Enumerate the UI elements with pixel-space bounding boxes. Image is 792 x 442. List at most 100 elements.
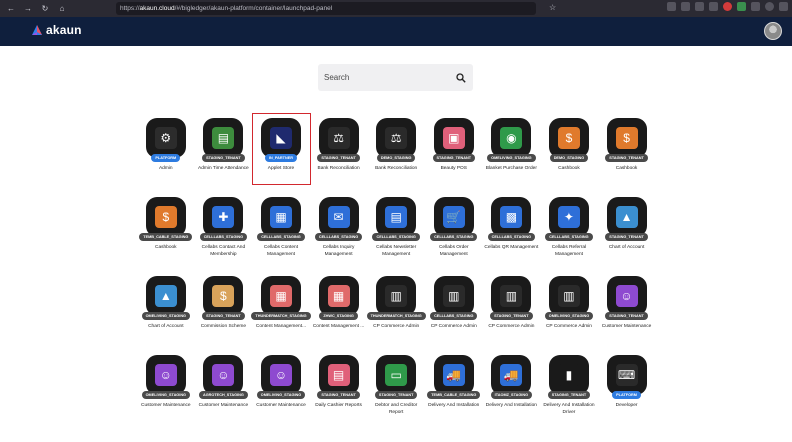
reload-icon[interactable]: ↻: [39, 3, 51, 15]
home-icon[interactable]: ⌂: [56, 3, 68, 15]
applet-tile[interactable]: ▲ OMELIVING_STAGING Chart of Account: [137, 272, 195, 351]
applet-icon-frame[interactable]: ⚖: [376, 118, 417, 158]
applet-tile[interactable]: ▭ STAGING_TENANT Debtor and Creditor Repor…: [367, 351, 425, 430]
applet-icon-frame[interactable]: ⚖: [318, 118, 359, 158]
applet-tile[interactable]: ▤ STAGING_TENANT Daily Cashier Reports: [310, 351, 368, 430]
applet-icon-frame[interactable]: 🛒: [433, 197, 474, 237]
forward-icon[interactable]: →: [22, 3, 34, 15]
sidebar-icon[interactable]: [709, 2, 718, 11]
applet-tile[interactable]: $ STAGING_TENANT Cashbook: [598, 114, 656, 193]
extension-red-icon[interactable]: [723, 2, 732, 11]
applet-tile[interactable]: ▲ STAGING_TENANT Chart of Account: [598, 193, 656, 272]
applet-icon-frame[interactable]: 🚚: [433, 355, 474, 395]
applet-icon-frame[interactable]: $: [548, 118, 589, 158]
akaun-logo[interactable]: akaun: [31, 23, 82, 37]
applet-tile[interactable]: ☺ OMELIVING_STAGING Customer Maintenance: [137, 351, 195, 430]
applet-tile[interactable]: ▦ CELLLABS_STAGING Cellabs Content Managem…: [252, 193, 310, 272]
applet-icon-frame[interactable]: ▦: [318, 276, 359, 316]
applet-tile[interactable]: ▤ STAGING_TENANT Admin Time Attendance: [195, 114, 253, 193]
applet-tile[interactable]: ▥ OMELIVING_STAGING CP Commerce Admin: [540, 272, 598, 351]
search-icon[interactable]: [456, 73, 466, 83]
applet-tile[interactable]: 🚚 ITAOMZ_STAGING Delivery And Installation: [483, 351, 541, 430]
applet-tile[interactable]: ✚ CELLLABS_STAGING Cellabs Contact And Mem…: [195, 193, 253, 272]
applet-tile[interactable]: $ STAGING_TENANT Commission Scheme: [195, 272, 253, 351]
tenant-badge: PLATFORM: [612, 391, 641, 399]
applet-tile[interactable]: ✦ CELLLABS_STAGING Cellabs Referral Manage…: [540, 193, 598, 272]
applet-icon-frame[interactable]: ◣: [260, 118, 301, 158]
applet-tile[interactable]: ⚙ PLATFORM Admin: [137, 114, 195, 193]
extension-green-icon[interactable]: [737, 2, 746, 11]
applet-tile[interactable]: ☺ OMELIVING_STAGING Customer Maintenance: [252, 351, 310, 430]
applet-tile[interactable]: ▤ CELLLABS_STAGING Cellabs Newsletter Mana…: [367, 193, 425, 272]
library-icon[interactable]: [695, 2, 704, 11]
applet-tile[interactable]: 🚚 TEMB_CABLE_STAGING Delivery And Installa…: [425, 351, 483, 430]
address-bar[interactable]: https://akaun.cloud/#/bigledger/akaun-pl…: [116, 2, 536, 15]
applet-tile[interactable]: ▮ STAGING_TENANT Delivery And Installation…: [540, 351, 598, 430]
applet-icon-frame[interactable]: ▤: [203, 118, 244, 158]
applet-tile[interactable]: 🛒 CELLLABS_STAGING Cellabs Order Managemen…: [425, 193, 483, 272]
tenant-badge: DEMO_STAGING: [376, 154, 416, 162]
applet-icon-frame[interactable]: ▥: [433, 276, 474, 316]
menu-icon[interactable]: [779, 2, 788, 11]
applet-icon-frame[interactable]: ▭: [376, 355, 417, 395]
applet-icon-frame[interactable]: ▲: [145, 276, 186, 316]
applet-tile[interactable]: ▩ CELLLABS_STAGING Cellabs QR Management: [483, 193, 541, 272]
applet-icon-frame[interactable]: ▦: [260, 197, 301, 237]
applet-icon: $: [154, 206, 177, 228]
applet-tile[interactable]: ✉ CELLLABS_STAGING Cellabs Inquiry Managem…: [310, 193, 368, 272]
applet-icon-frame[interactable]: ▮: [548, 355, 589, 395]
tenant-badge: CELLLABS_STAGING: [199, 233, 248, 241]
applet-tile[interactable]: ▥ STAGING_TENANT CP Commerce Admin: [483, 272, 541, 351]
applet-icon-frame[interactable]: ◉: [491, 118, 532, 158]
applet-icon-frame[interactable]: $: [606, 118, 647, 158]
applet-tile[interactable]: $ TEMB_CABLE_STAGING Cashbook: [137, 193, 195, 272]
applet-icon-frame[interactable]: ⚙: [145, 118, 186, 158]
applet-label: Chart of Account: [608, 245, 645, 250]
applet-icon-frame[interactable]: ▲: [606, 197, 647, 237]
applet-label: Blanket Purchase Order: [485, 166, 537, 171]
applet-icon-frame[interactable]: ☺: [203, 355, 244, 395]
applet-tile[interactable]: ▦ THUNDERMATCH_STAGING Content Management.…: [251, 272, 311, 351]
applet-tile[interactable]: ▦ ZHWC_STAGING Content Management ...: [310, 272, 368, 351]
extension-icon[interactable]: [751, 2, 760, 11]
applet-icon-frame[interactable]: ▥: [491, 276, 532, 316]
pocket-icon[interactable]: [667, 2, 676, 11]
applet-icon-frame[interactable]: ▩: [491, 197, 532, 237]
user-avatar[interactable]: [764, 22, 782, 40]
applet-icon-frame[interactable]: ▤: [318, 355, 359, 395]
applet-icon-frame[interactable]: 🚚: [491, 355, 532, 395]
applet-icon-frame[interactable]: ▥: [376, 276, 417, 316]
applet-tile[interactable]: ▣ STAGING_TENANT Beauty POS: [425, 114, 483, 193]
download-icon[interactable]: [681, 2, 690, 11]
applet-icon-frame[interactable]: ✉: [318, 197, 359, 237]
applet-icon-frame[interactable]: ▤: [376, 197, 417, 237]
tenant-badge: TEMB_CABLE_STAGING: [427, 391, 481, 399]
applet-icon-frame[interactable]: $: [203, 276, 244, 316]
applet-tile[interactable]: ☺ AGROTECH_STAGING Customer Maintenance: [195, 351, 253, 430]
bookmark-star-icon[interactable]: ☆: [549, 3, 556, 12]
applet-icon-frame[interactable]: ☺: [145, 355, 186, 395]
applet-icon-frame[interactable]: ▣: [433, 118, 474, 158]
applet-icon-frame[interactable]: ▥: [548, 276, 589, 316]
back-icon[interactable]: ←: [5, 3, 17, 15]
applet-tile[interactable]: ⚖ DEMO_STAGING Bank Reconciliation: [367, 114, 425, 193]
account-icon[interactable]: [765, 2, 774, 11]
applet-icon-frame[interactable]: ☺: [260, 355, 301, 395]
applet-tile[interactable]: ☺ STAGING_TENANT Customer Maintenance: [598, 272, 656, 351]
applet-label: Admin: [158, 166, 173, 171]
applet-icon-frame[interactable]: ▦: [260, 276, 301, 316]
applet-tile[interactable]: ⌨ PLATFORM Developer: [598, 351, 656, 430]
applet-icon-frame[interactable]: ☺: [606, 276, 647, 316]
applet-tile[interactable]: ◣ IN_PARTNER Applet Store: [252, 113, 311, 193]
applet-tile[interactable]: ▥ THUNDERMATCH_STAGING CP Commerce Admin: [366, 272, 426, 351]
search-input[interactable]: [318, 64, 448, 91]
applet-icon-frame[interactable]: ✚: [203, 197, 244, 237]
applet-icon-frame[interactable]: ✦: [548, 197, 589, 237]
applet-icon-frame[interactable]: $: [145, 197, 186, 237]
applet-tile[interactable]: ⚖ STAGING_TENANT Bank Reconciliation: [310, 114, 368, 193]
applet-tile[interactable]: ▥ CELLLABS_STAGING CP Commerce Admin: [425, 272, 483, 351]
applet-tile[interactable]: ◉ OMELIVING_STAGING Blanket Purchase Order: [483, 114, 541, 193]
applet-tile[interactable]: $ DEMO_STAGING Cashbook: [540, 114, 598, 193]
applet-icon-frame[interactable]: ⌨: [606, 355, 647, 395]
applet-icon: ⚖: [327, 127, 350, 149]
